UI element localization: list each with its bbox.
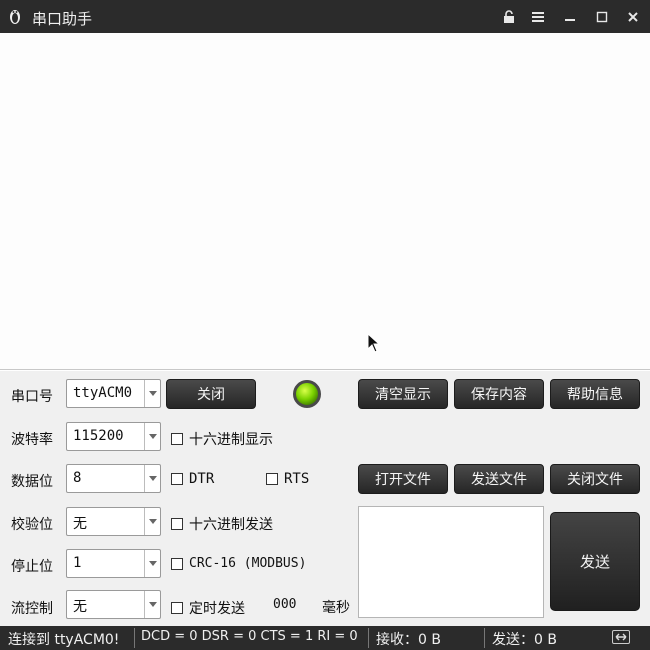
parity-select[interactable]: 无 xyxy=(66,507,161,536)
minimize-icon[interactable] xyxy=(557,5,583,29)
title-bar: 串口助手 xyxy=(0,0,650,33)
chevron-down-icon xyxy=(144,465,160,492)
crc16-label: CRC-16 (MODBUS) xyxy=(189,556,307,571)
lock-icon[interactable] xyxy=(496,5,522,29)
clear-display-button[interactable]: 清空显示 xyxy=(358,379,448,409)
checkbox-box xyxy=(171,602,183,614)
send-text-input[interactable] xyxy=(358,506,544,618)
timer-unit-label: 毫秒 xyxy=(322,600,350,616)
timed-send-checkbox[interactable]: 定时发送 xyxy=(171,598,245,618)
receive-area[interactable] xyxy=(0,33,650,370)
checkbox-box xyxy=(266,473,278,485)
timed-send-label: 定时发送 xyxy=(189,601,245,617)
checkbox-box xyxy=(171,433,183,445)
close-port-button[interactable]: 关闭 xyxy=(166,379,256,409)
port-select[interactable]: ttyACM0 xyxy=(66,379,161,408)
chevron-down-icon xyxy=(144,380,160,407)
chevron-down-icon xyxy=(144,550,160,577)
baud-value: 115200 xyxy=(73,428,124,444)
chevron-down-icon xyxy=(144,423,160,450)
hex-send-label: 十六进制发送 xyxy=(189,517,273,533)
signal-status: DCD = 0 DSR = 0 CTS = 1 RI = 0 xyxy=(141,629,358,644)
window-title: 串口助手 xyxy=(32,10,93,28)
parity-label: 校验位 xyxy=(11,517,53,533)
chevron-down-icon xyxy=(144,508,160,535)
dtr-checkbox[interactable]: DTR xyxy=(171,471,214,487)
status-divider xyxy=(134,628,135,648)
connection-status: 连接到 ttyACM0! xyxy=(8,632,120,648)
stopbits-value: 1 xyxy=(73,555,82,571)
help-info-button[interactable]: 帮助信息 xyxy=(550,379,640,409)
save-content-button[interactable]: 保存内容 xyxy=(454,379,544,409)
baud-label: 波特率 xyxy=(11,432,53,448)
close-file-button[interactable]: 关闭文件 xyxy=(550,464,640,494)
send-button[interactable]: 发送 xyxy=(550,512,640,611)
databits-label: 数据位 xyxy=(11,474,53,490)
checkbox-box xyxy=(171,473,183,485)
chevron-down-icon xyxy=(144,591,160,618)
rts-label: RTS xyxy=(284,471,310,487)
hex-display-label: 十六进制显示 xyxy=(189,432,273,448)
close-icon[interactable] xyxy=(620,5,646,29)
checkbox-box xyxy=(171,518,183,530)
port-label: 串口号 xyxy=(11,389,53,405)
port-value: ttyACM0 xyxy=(73,385,133,401)
databits-value: 8 xyxy=(73,470,82,486)
control-panel: 串口号 ttyACM0 关闭 清空显示 保存内容 帮助信息 波特率 115200… xyxy=(0,371,650,626)
databits-select[interactable]: 8 xyxy=(66,464,161,493)
hex-send-checkbox[interactable]: 十六进制发送 xyxy=(171,514,273,534)
checkbox-box xyxy=(171,557,183,570)
received-count: 接收：0 B xyxy=(376,632,441,648)
send-file-button[interactable]: 发送文件 xyxy=(454,464,544,494)
connection-led-icon xyxy=(293,380,321,408)
rts-checkbox[interactable]: RTS xyxy=(266,471,309,487)
penguin-icon xyxy=(10,10,20,24)
parity-value: 无 xyxy=(73,516,87,532)
flow-label: 流控制 xyxy=(11,601,53,617)
baud-select[interactable]: 115200 xyxy=(66,422,161,451)
maximize-icon[interactable] xyxy=(589,5,615,29)
dtr-label: DTR xyxy=(189,471,215,487)
menu-icon[interactable] xyxy=(525,5,551,29)
flow-select[interactable]: 无 xyxy=(66,590,161,619)
status-bar: 连接到 ttyACM0! DCD = 0 DSR = 0 CTS = 1 RI … xyxy=(0,626,650,650)
status-divider xyxy=(484,628,485,648)
stopbits-select[interactable]: 1 xyxy=(66,549,161,578)
hex-display-checkbox[interactable]: 十六进制显示 xyxy=(171,429,273,449)
crc16-checkbox[interactable]: CRC-16 (MODBUS) xyxy=(171,556,306,571)
sent-count: 发送：0 B xyxy=(492,632,557,648)
stopbits-label: 停止位 xyxy=(11,559,53,575)
flow-value: 无 xyxy=(73,599,87,615)
link-icon[interactable] xyxy=(612,630,630,644)
timer-interval-input[interactable]: 000 xyxy=(273,597,296,612)
mouse-cursor-icon xyxy=(367,333,381,353)
open-file-button[interactable]: 打开文件 xyxy=(358,464,448,494)
status-divider xyxy=(368,628,369,648)
